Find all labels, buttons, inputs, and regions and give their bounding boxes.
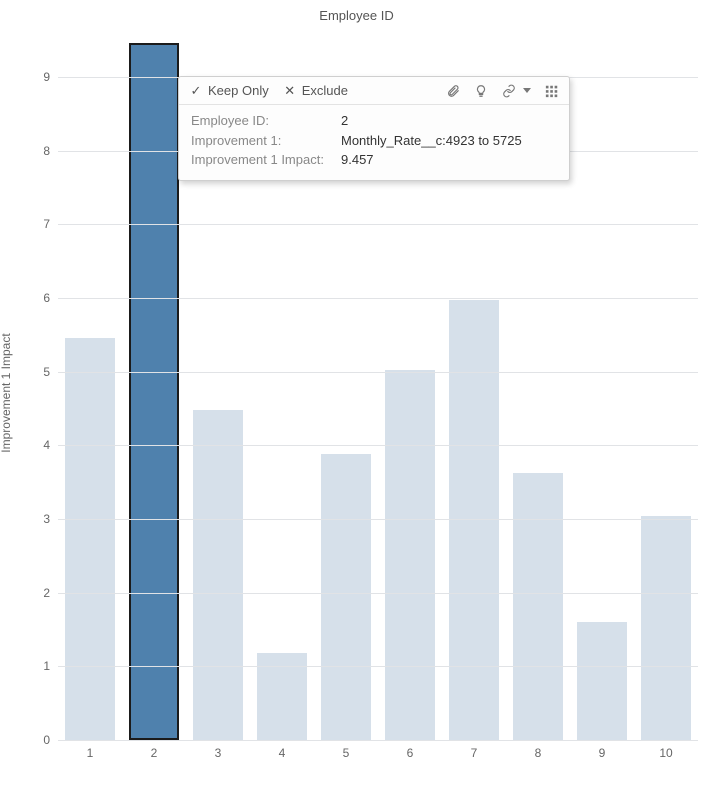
keep-only-button[interactable]: ✓ Keep Only: [189, 83, 269, 98]
y-tick-label: 1: [20, 659, 58, 673]
y-tick-label: 4: [20, 438, 58, 452]
x-tick-label: 4: [279, 740, 286, 760]
x-tick-label: 9: [599, 740, 606, 760]
exclude-button[interactable]: ✕ Exclude: [283, 83, 348, 98]
x-tick-label: 5: [343, 740, 350, 760]
y-tick-label: 7: [20, 217, 58, 231]
y-tick-label: 5: [20, 365, 58, 379]
y-tick-label: 3: [20, 512, 58, 526]
tooltip: ✓ Keep Only ✕ Exclude: [178, 76, 570, 181]
bar[interactable]: [193, 410, 243, 740]
gridline: [58, 298, 698, 299]
x-tick-label: 10: [659, 740, 672, 760]
tooltip-key: Employee ID:: [191, 111, 341, 131]
tooltip-key: Improvement 1:: [191, 131, 341, 151]
gridline: [58, 666, 698, 667]
bar[interactable]: [321, 454, 371, 740]
chevron-down-icon: [523, 88, 531, 93]
x-tick-label: 7: [471, 740, 478, 760]
chart-title: Employee ID: [0, 8, 713, 23]
tooltip-body: Employee ID: 2 Improvement 1: Monthly_Ra…: [179, 105, 569, 180]
tooltip-value: Monthly_Rate__c:4923 to 5725: [341, 131, 522, 151]
bar[interactable]: [449, 300, 499, 740]
bar[interactable]: [65, 338, 115, 740]
y-tick-label: 8: [20, 144, 58, 158]
bar[interactable]: [641, 516, 691, 740]
y-axis-label: Improvement 1 Impact: [0, 273, 13, 392]
y-tick-label: 6: [20, 291, 58, 305]
gridline: [58, 593, 698, 594]
chart-container: Employee ID Improvement 1 Impact 0 1 2 3 4 5 6…: [0, 0, 713, 785]
y-axis-label-text: Improvement 1 Impact: [0, 333, 13, 452]
data-grid-icon[interactable]: [545, 84, 559, 98]
y-tick-label: 2: [20, 586, 58, 600]
bar[interactable]: [513, 473, 563, 740]
check-icon: ✓: [189, 84, 203, 98]
tooltip-row: Improvement 1 Impact: 9.457: [191, 150, 557, 170]
y-tick-label: 9: [20, 70, 58, 84]
paperclip-icon[interactable]: [446, 84, 460, 98]
x-tick-label: 1: [87, 740, 94, 760]
tooltip-row: Improvement 1: Monthly_Rate__c:4923 to 5…: [191, 131, 557, 151]
tooltip-value: 2: [341, 111, 348, 131]
gridline: [58, 445, 698, 446]
x-tick-label: 6: [407, 740, 414, 760]
exclude-label: Exclude: [302, 83, 348, 98]
gridline: [58, 372, 698, 373]
x-tick-label: 8: [535, 740, 542, 760]
link-icon: [502, 84, 516, 98]
bar[interactable]: [129, 43, 179, 740]
gridline: [58, 224, 698, 225]
bar[interactable]: [577, 622, 627, 740]
bar[interactable]: [385, 370, 435, 740]
tooltip-value: 9.457: [341, 150, 374, 170]
x-icon: ✕: [283, 84, 297, 98]
x-tick-label: 3: [215, 740, 222, 760]
tooltip-key: Improvement 1 Impact:: [191, 150, 341, 170]
x-tick-label: 2: [151, 740, 158, 760]
tooltip-header: ✓ Keep Only ✕ Exclude: [179, 77, 569, 105]
lightbulb-icon[interactable]: [474, 84, 488, 98]
y-tick-label: 0: [20, 733, 58, 747]
keep-only-label: Keep Only: [208, 83, 269, 98]
gridline: [58, 519, 698, 520]
tooltip-icon-group: [446, 84, 559, 98]
link-dropdown-button[interactable]: [502, 84, 531, 98]
tooltip-row: Employee ID: 2: [191, 111, 557, 131]
